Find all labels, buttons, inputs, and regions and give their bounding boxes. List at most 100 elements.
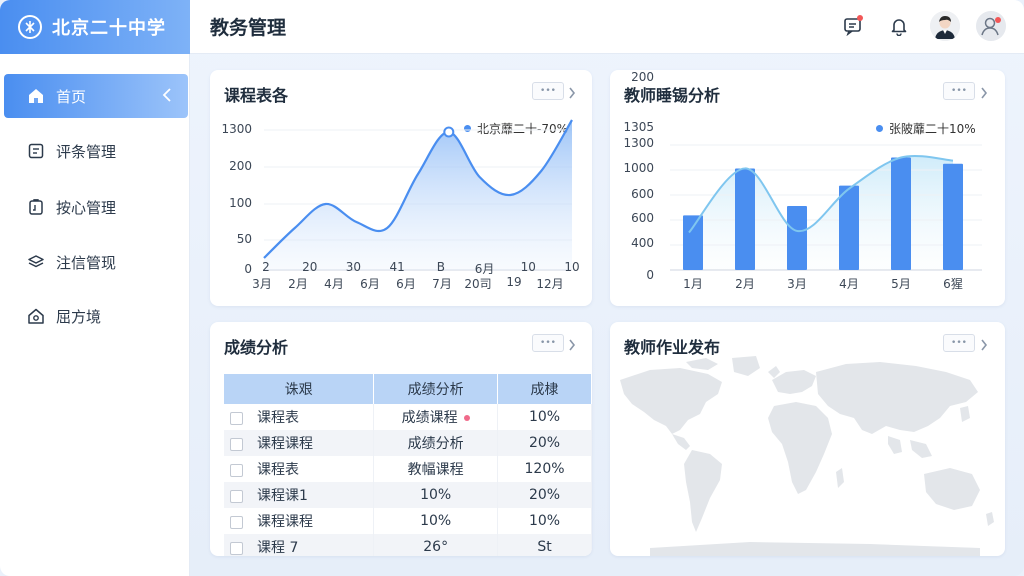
more-button[interactable]: ••• <box>532 334 564 352</box>
sidebar-item-info[interactable]: 注信管现 <box>4 240 188 284</box>
grades-card: 成绩分析 ••• 诛艰 成绩分析 成棣 课程表 成绩课程 10% 课程课程 成绩… <box>210 322 592 556</box>
x-tick-label: 3月 <box>252 277 272 291</box>
table-row[interactable]: 课程表 成绩课程 10% <box>224 404 592 430</box>
x-tick-label: 4月 <box>324 277 344 291</box>
chevron-right-icon[interactable] <box>568 336 576 355</box>
analysis-cell: 成绩分析 <box>373 430 499 456</box>
sidebar-item-label: 评条管理 <box>56 142 117 161</box>
table-row[interactable]: 课程表 教幅课程 120% <box>224 456 592 482</box>
x-tick-label: 2月 <box>288 277 308 291</box>
clipboard-icon <box>26 197 46 217</box>
bar <box>787 205 807 270</box>
analysis-cell: 成绩课程 <box>401 410 458 426</box>
bar <box>943 163 963 270</box>
school-name: 北京二十中学 <box>52 18 166 39</box>
homework-card: 教师作业发布 ••• <box>610 322 1005 556</box>
home-icon <box>26 86 46 106</box>
sidebar-item-review[interactable]: 评条管理 <box>4 129 188 173</box>
bar <box>735 168 755 270</box>
trend-area <box>689 155 953 270</box>
grade-cell: 20% <box>497 482 592 508</box>
sidebar-item-label: 首页 <box>56 87 87 106</box>
user-avatar[interactable] <box>930 11 960 41</box>
row-checkbox[interactable] <box>230 541 243 555</box>
card-title: 成绩分析 <box>224 338 289 357</box>
grades-table: 诛艰 成绩分析 成棣 课程表 成绩课程 10% 课程课程 成绩分析 20% 课程… <box>224 374 592 556</box>
row-checkbox[interactable] <box>230 489 243 503</box>
x-tick-label: 6月 <box>396 277 416 291</box>
course-cell: 课程课程 <box>257 436 313 452</box>
sidebar-item-label: 注信管现 <box>56 253 117 272</box>
table-row[interactable]: 课程 7 26° St <box>224 534 592 556</box>
analysis-cell: 26° <box>373 534 499 556</box>
sidebar-item-core[interactable]: 按心管理 <box>4 185 188 229</box>
course-cell: 课程表 <box>257 410 299 426</box>
row-checkbox[interactable] <box>230 463 243 477</box>
table-row[interactable]: 课程课程 成绩分析 20% <box>224 430 592 456</box>
column-header[interactable]: 成绩分析 <box>373 374 499 404</box>
profile-settings-icon[interactable] <box>976 11 1006 41</box>
x-tick-label: 3月 <box>787 277 807 291</box>
x-tick-label: 12月 <box>536 277 564 291</box>
school-emblem-icon <box>18 15 42 39</box>
course-cell: 课程 7 <box>257 540 299 556</box>
document-icon <box>26 141 46 161</box>
analysis-cell: 10% <box>373 508 499 534</box>
row-checkbox[interactable] <box>230 411 243 425</box>
grade-cell: 120% <box>497 456 592 482</box>
course-cell: 课程课程 <box>257 514 313 530</box>
layers-icon <box>26 252 46 272</box>
analysis-cell: 10% <box>373 482 499 508</box>
chevron-left-icon[interactable] <box>162 87 172 107</box>
grade-cell: 10% <box>497 404 592 430</box>
message-badge <box>857 15 863 21</box>
x-tick-label-top: 10 <box>520 260 536 274</box>
table-row[interactable]: 课程课1 10% 20% <box>224 482 592 508</box>
sidebar-item-label: 按心管理 <box>56 198 117 217</box>
row-checkbox[interactable] <box>230 437 243 451</box>
analysis-cell: 教幅课程 <box>373 456 499 482</box>
x-tick-label-top: 2 <box>262 260 270 274</box>
x-tick-label: 5月 <box>891 277 911 291</box>
app-logo[interactable]: 北京二十中学 <box>0 0 190 54</box>
sidebar-item-home[interactable]: 首页 <box>4 74 188 118</box>
bell-icon[interactable] <box>884 11 914 41</box>
sidebar-item-settings[interactable]: 屈方境 <box>4 294 188 338</box>
x-tick-label-top: 30 <box>345 260 362 274</box>
grade-cell: 10% <box>497 508 592 534</box>
sidebar-item-label: 屈方境 <box>56 307 102 326</box>
app-frame: 北京二十中学 教务管理 首页 评条管理 按心管理 注信管现 屈方境 课程表各 •… <box>0 0 1024 576</box>
x-tick-label: 20司 <box>464 277 492 291</box>
x-tick-label: 1月 <box>683 277 703 291</box>
table-header-row: 诛艰 成绩分析 成棣 <box>224 374 592 404</box>
x-tick-label: 19 <box>506 275 522 289</box>
x-tick-label: 6月 <box>360 277 380 291</box>
x-tick-label: 4月 <box>839 277 859 291</box>
x-tick-label-top: 10 <box>564 260 580 274</box>
top-bar: 教务管理 <box>190 0 1024 54</box>
top-actions <box>838 11 1006 41</box>
teacher-analysis-card: 教师睡锡分析 ••• 张陂蘼二十10% 1305 1300 1000 600 600 40… <box>610 70 1005 306</box>
series-area <box>264 120 572 270</box>
x-tick-label-top: B <box>436 260 445 274</box>
sidebar: 首页 评条管理 按心管理 注信管现 屈方境 <box>0 54 190 576</box>
x-tick-label: 6猩 <box>943 277 963 291</box>
course-cell: 课程表 <box>257 462 299 478</box>
message-icon[interactable] <box>838 11 868 41</box>
grade-cell: St <box>497 534 592 556</box>
bar <box>683 215 703 270</box>
highlight-point <box>443 126 455 138</box>
column-header[interactable]: 诛艰 <box>224 374 375 404</box>
page-title: 教务管理 <box>210 17 287 39</box>
x-tick-label: 7月 <box>432 277 452 291</box>
table-row[interactable]: 课程课程 10% 10% <box>224 508 592 534</box>
house-settings-icon <box>26 306 46 326</box>
x-tick-label-top: 20 <box>302 260 318 274</box>
row-checkbox[interactable] <box>230 515 243 529</box>
column-header[interactable]: 成棣 <box>497 374 592 404</box>
world-map[interactable] <box>610 322 1005 556</box>
x-tick-label-top: 41 <box>389 260 405 274</box>
grade-cell: 20% <box>497 430 592 456</box>
x-tick-label: 2月 <box>735 277 755 291</box>
bar <box>839 185 859 270</box>
